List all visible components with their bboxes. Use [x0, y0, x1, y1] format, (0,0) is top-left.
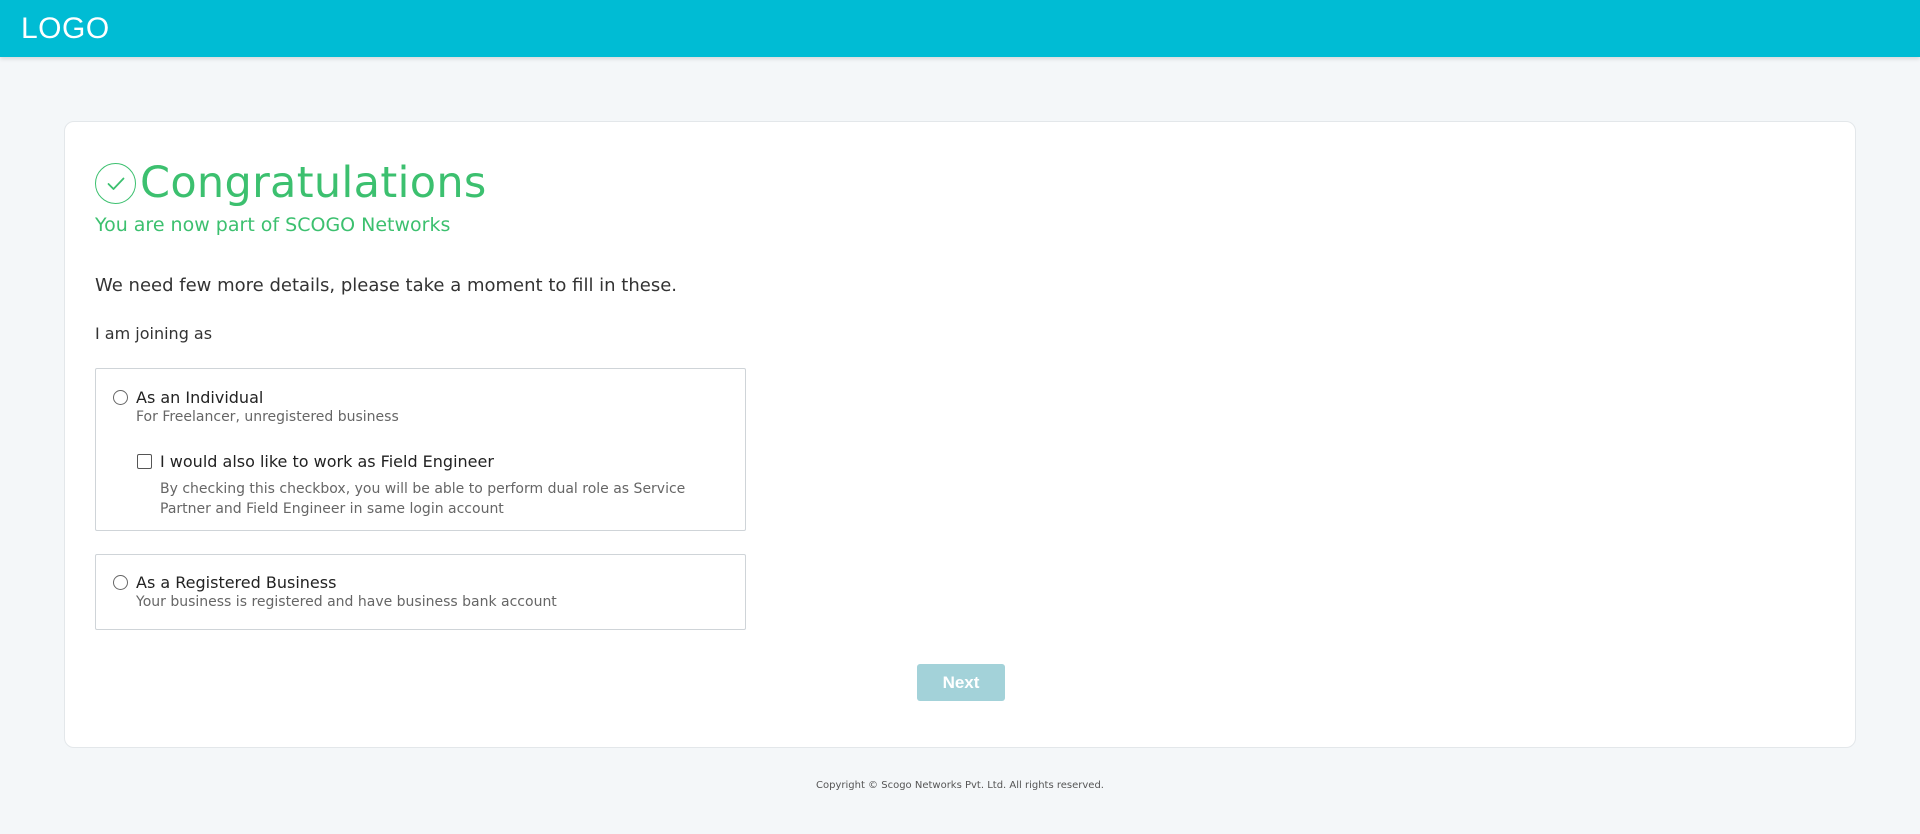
footer-copyright: Copyright © Scogo Networks Pvt. Ltd. All…: [816, 780, 1104, 791]
registration-card: Congratulations You are now part of SCOG…: [64, 121, 1856, 748]
individual-option-title: As an Individual: [136, 388, 264, 407]
intro-text: We need few more details, please take a …: [95, 275, 678, 296]
top-bar: LOGO: [0, 0, 1920, 57]
check-circle-icon: [95, 163, 136, 204]
registered-business-radio[interactable]: [113, 575, 128, 590]
individual-option-description: For Freelancer, unregistered business: [136, 409, 399, 425]
field-engineer-checkbox-label[interactable]: I would also like to work as Field Engin…: [160, 452, 494, 471]
registered-business-option[interactable]: As a Registered Business Your business i…: [95, 554, 746, 630]
field-engineer-checkbox[interactable]: [137, 454, 152, 469]
page-subtitle: You are now part of SCOGO Networks: [95, 214, 451, 236]
individual-radio[interactable]: [113, 390, 128, 405]
field-engineer-checkbox-description: By checking this checkbox, you will be a…: [160, 481, 686, 517]
registered-business-option-description: Your business is registered and have bus…: [136, 594, 557, 610]
logo[interactable]: LOGO: [21, 12, 110, 46]
next-button[interactable]: Next: [917, 664, 1005, 701]
registered-business-option-title: As a Registered Business: [136, 573, 337, 592]
individual-option[interactable]: As an Individual For Freelancer, unregis…: [95, 368, 746, 531]
page-title: Congratulations: [140, 158, 487, 208]
joining-as-label: I am joining as: [95, 324, 213, 343]
